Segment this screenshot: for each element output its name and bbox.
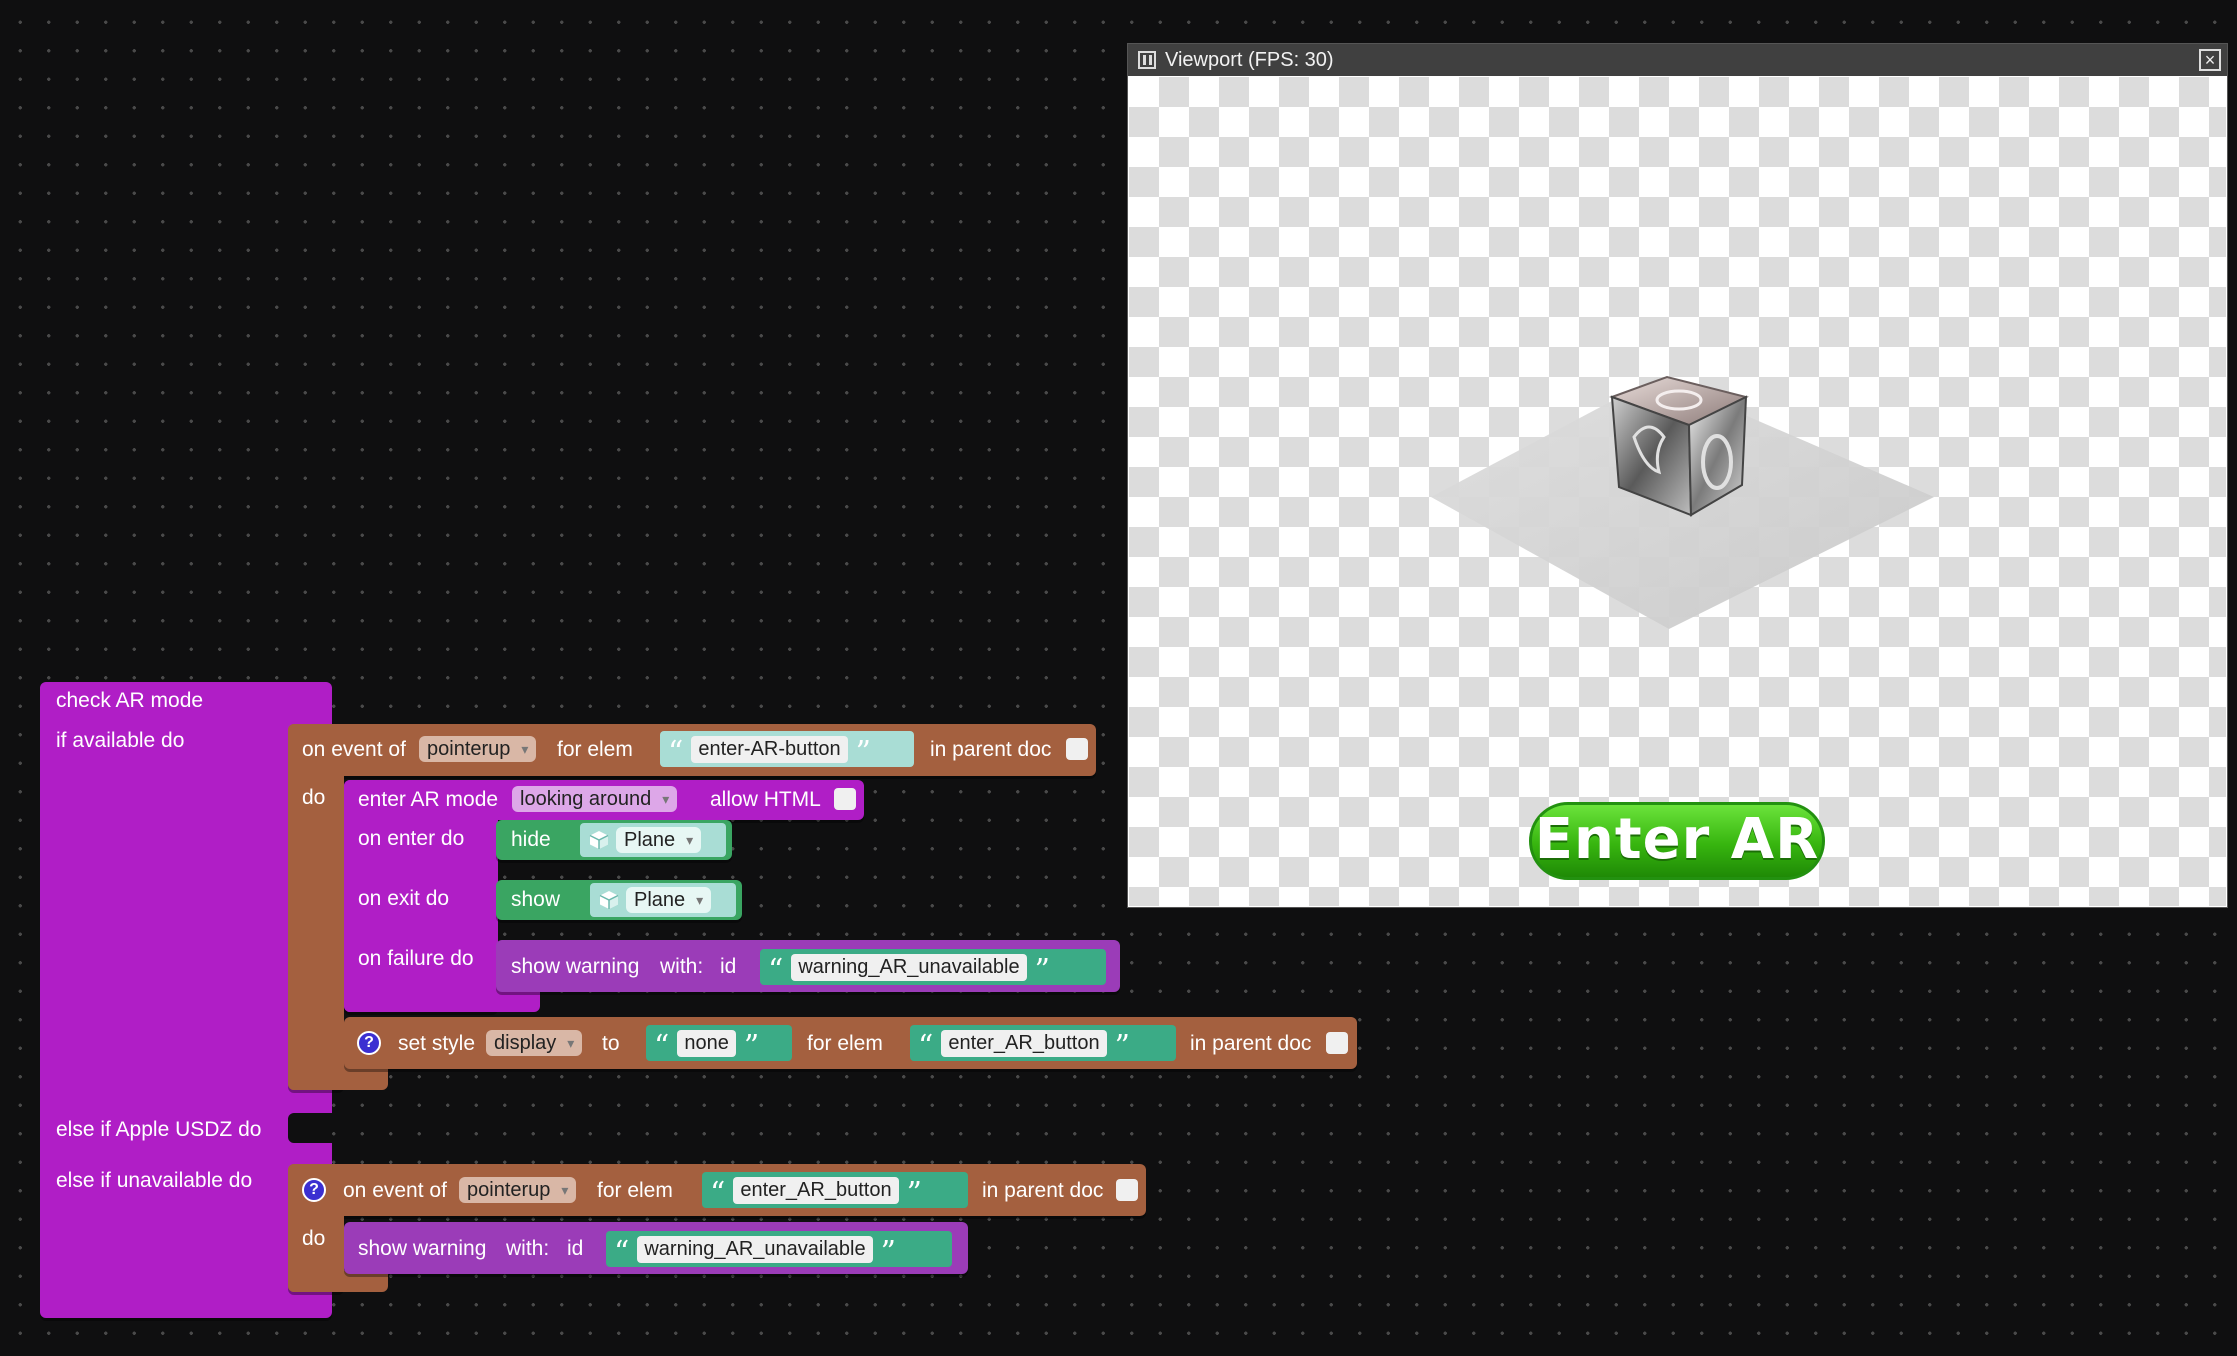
on-enter-label: on enter do: [358, 827, 465, 850]
event-type-dropdown[interactable]: pointerup: [459, 1177, 577, 1203]
warning-id-string-block[interactable]: “ warning_AR_unavailable ”: [760, 949, 1106, 988]
open-quote-icon: “: [768, 953, 784, 988]
open-quote-icon: “: [614, 1235, 630, 1270]
in-parent-doc-checkbox[interactable]: [1116, 1179, 1138, 1201]
show-label: show: [511, 888, 561, 911]
help-icon[interactable]: ?: [357, 1031, 381, 1055]
style-elem-value[interactable]: enter_AR_button: [941, 1029, 1107, 1057]
help-icon[interactable]: ?: [302, 1178, 326, 1202]
style-property-dropdown[interactable]: display: [486, 1030, 583, 1056]
to-label: to: [602, 1032, 620, 1055]
close-icon[interactable]: ×: [2199, 49, 2221, 71]
elem-string-block[interactable]: “ enter-AR-button ”: [660, 731, 914, 770]
viewport-canvas[interactable]: Enter AR: [1129, 77, 2226, 906]
for-elem-label: for elem: [807, 1032, 883, 1055]
close-quote-icon: ”: [906, 1176, 922, 1211]
style-elem-string-block[interactable]: “ enter_AR_button ”: [910, 1025, 1176, 1064]
pause-icon[interactable]: [1138, 51, 1156, 69]
style-value[interactable]: none: [677, 1029, 736, 1057]
in-parent-doc-checkbox[interactable]: [1326, 1032, 1348, 1054]
if-available-label: if available do: [56, 729, 185, 752]
hide-object-dropdown[interactable]: Plane: [616, 827, 702, 853]
show-warning-label: show warning: [511, 955, 640, 978]
allow-html-checkbox[interactable]: [834, 788, 856, 810]
do-label: do: [302, 1227, 326, 1250]
else-if-unavailable-label: else if unavailable do: [56, 1169, 253, 1192]
set-style-label: set style: [398, 1032, 476, 1055]
close-quote-icon: ”: [1034, 953, 1050, 988]
id-label: id: [720, 955, 737, 978]
with-label: with:: [506, 1237, 550, 1260]
open-quote-icon: “: [668, 735, 684, 770]
allow-html-label: allow HTML: [710, 788, 821, 811]
cube-icon: [599, 891, 619, 909]
viewport-title: Viewport (FPS: 30): [1165, 48, 1334, 71]
on-event-label: on event of: [302, 738, 406, 761]
usdz-empty-slot[interactable]: [288, 1113, 332, 1143]
close-quote-icon: ”: [880, 1235, 896, 1270]
in-parent-doc-label: in parent doc: [1190, 1032, 1312, 1055]
style-value-string-block[interactable]: “ none ”: [646, 1025, 792, 1064]
do-label: do: [302, 786, 326, 809]
enter-ar-button[interactable]: Enter AR: [1529, 802, 1825, 880]
show-object-block[interactable]: Plane: [590, 883, 736, 917]
with-label: with:: [660, 955, 704, 978]
ar-mode-dropdown[interactable]: looking around: [512, 786, 678, 812]
id-label: id: [567, 1237, 584, 1260]
viewport-titlebar[interactable]: Viewport (FPS: 30) ×: [1128, 44, 2227, 76]
elem-string-block[interactable]: “ enter_AR_button ”: [702, 1172, 968, 1211]
in-parent-doc-checkbox[interactable]: [1066, 738, 1088, 760]
else-if-usdz-label: else if Apple USDZ do: [56, 1118, 262, 1141]
warning-id-value[interactable]: warning_AR_unavailable: [791, 953, 1027, 981]
close-quote-icon: ”: [855, 735, 871, 770]
event-type-dropdown[interactable]: pointerup: [419, 736, 537, 762]
for-elem-label: for elem: [557, 738, 633, 761]
elem-string-value[interactable]: enter_AR_button: [733, 1176, 899, 1204]
hide-label: hide: [511, 828, 551, 851]
on-event-label: on event of: [343, 1179, 447, 1202]
elem-string-value[interactable]: enter-AR-button: [691, 735, 848, 763]
for-elem-label: for elem: [597, 1179, 673, 1202]
show-warning-label: show warning: [358, 1237, 487, 1260]
check-ar-mode-label: check AR mode: [56, 689, 204, 712]
open-quote-icon: “: [710, 1176, 726, 1211]
warning-id-string-block[interactable]: “ warning_AR_unavailable ”: [606, 1231, 952, 1270]
on-event-block-spine: [288, 724, 344, 1090]
warning-id-value[interactable]: warning_AR_unavailable: [637, 1235, 873, 1263]
hide-object-block[interactable]: Plane: [580, 823, 726, 857]
enter-ar-mode-foot: [344, 990, 540, 1012]
open-quote-icon: “: [918, 1029, 934, 1064]
enter-ar-mode-label: enter AR mode: [358, 788, 499, 811]
on-failure-label: on failure do: [358, 947, 474, 970]
close-quote-icon: ”: [743, 1029, 760, 1064]
viewport-window: Viewport (FPS: 30) × Enter AR: [1127, 43, 2228, 908]
open-quote-icon: “: [654, 1029, 670, 1064]
scene-render: [1431, 375, 1934, 629]
in-parent-doc-label: in parent doc: [930, 738, 1052, 761]
in-parent-doc-label: in parent doc: [982, 1179, 1104, 1202]
on-exit-label: on exit do: [358, 887, 450, 910]
cube-icon: [589, 831, 609, 849]
close-quote-icon: ”: [1114, 1029, 1130, 1064]
show-object-dropdown[interactable]: Plane: [626, 887, 712, 913]
